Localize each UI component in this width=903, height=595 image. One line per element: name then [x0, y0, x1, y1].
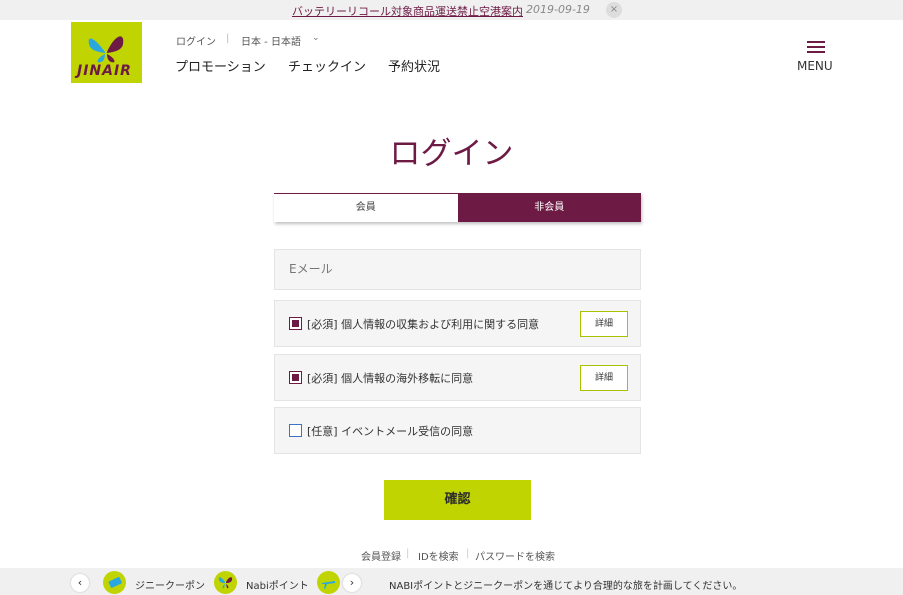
agreement-checkbox[interactable]: [289, 371, 302, 384]
agreement-label[interactable]: [任意] イベントメール受信の同意: [307, 423, 473, 439]
logo-text: JINAIR: [77, 63, 132, 79]
find-password-link[interactable]: パスワードを検索: [475, 548, 555, 563]
coupon-label[interactable]: ジニークーポン: [135, 577, 205, 592]
jinair-logo[interactable]: JINAIR: [71, 22, 142, 83]
nav-reservation[interactable]: 予約状況: [388, 56, 440, 75]
butterfly-icon[interactable]: [214, 571, 237, 594]
agreement-checkbox[interactable]: [289, 424, 302, 437]
agreement-row: [任意] イベントメール受信の同意: [274, 407, 641, 454]
find-id-link[interactable]: IDを検索: [418, 548, 459, 563]
email-field[interactable]: Eメール: [274, 249, 641, 290]
airplane-icon[interactable]: [317, 571, 340, 594]
notice-bar: バッテリーリコール対象商品運送禁止空港案内 2019-09-19 ×: [0, 0, 903, 20]
coupon-icon[interactable]: [103, 571, 126, 594]
chevron-left-icon[interactable]: ‹: [71, 574, 89, 592]
confirm-button[interactable]: 確認: [384, 480, 531, 520]
agreement-row: [必須] 個人情報の収集および利用に関する同意 詳細: [274, 300, 641, 347]
notice-date: 2019-09-19: [526, 3, 590, 16]
nav-promotion[interactable]: プロモーション: [175, 56, 266, 75]
nav-checkin[interactable]: チェックイン: [288, 56, 366, 75]
detail-button[interactable]: 詳細: [580, 311, 628, 337]
chevron-down-icon[interactable]: ⌄: [312, 33, 320, 43]
link-separator: |: [466, 548, 470, 559]
agreement-row: [必須] 個人情報の海外移転に同意 詳細: [274, 354, 641, 401]
agreement-label[interactable]: [必須] 個人情報の海外移転に同意: [307, 370, 473, 386]
register-link[interactable]: 会員登録: [361, 548, 401, 563]
login-link[interactable]: ログイン: [176, 33, 216, 48]
hamburger-icon: [807, 41, 825, 56]
menu-button[interactable]: MENU: [797, 40, 833, 74]
agreement-checkbox[interactable]: [289, 317, 302, 330]
login-tabs: 会員 非会員: [274, 193, 641, 222]
utility-separator: |: [226, 33, 230, 44]
chevron-right-icon[interactable]: ›: [343, 574, 361, 592]
page-title: ログイン: [389, 136, 514, 172]
tab-non-member[interactable]: 非会員: [457, 194, 641, 222]
link-separator: |: [406, 548, 410, 559]
tab-member[interactable]: 会員: [274, 194, 458, 222]
language-selector[interactable]: 日本 - 日本語: [241, 33, 301, 48]
menu-label: MENU: [797, 59, 833, 73]
bottom-promo-bar: ‹ ジニークーポン Nabiポイント › NABIポイントとジニークーポンを通じ…: [0, 568, 903, 595]
agreement-label[interactable]: [必須] 個人情報の収集および利用に関する同意: [307, 316, 539, 332]
detail-button[interactable]: 詳細: [580, 365, 628, 391]
nabi-point-label[interactable]: Nabiポイント: [246, 577, 309, 592]
notice-close-icon[interactable]: ×: [606, 2, 622, 18]
notice-link[interactable]: バッテリーリコール対象商品運送禁止空港案内: [292, 3, 523, 19]
promo-message: NABIポイントとジニークーポンを通じてより合理的な旅を計画してください。: [389, 581, 743, 592]
